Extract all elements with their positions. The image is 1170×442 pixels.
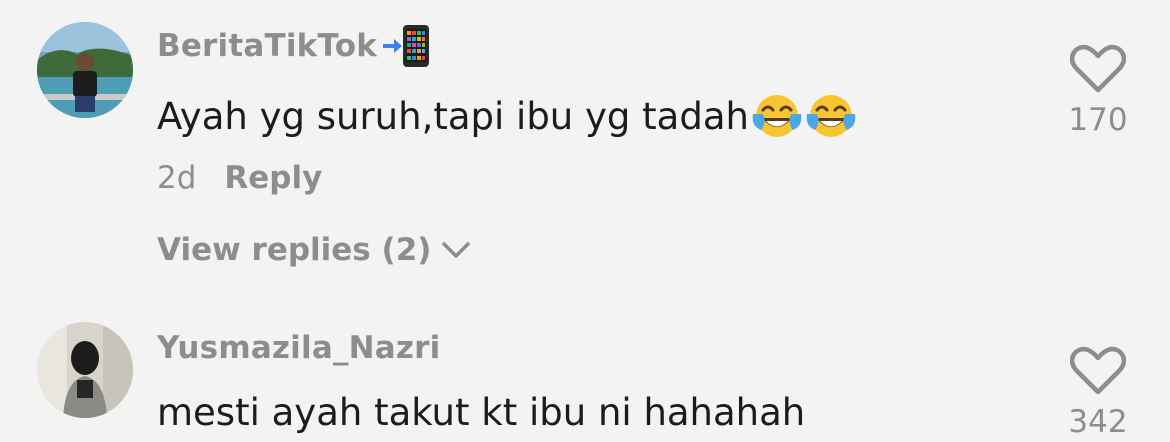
comment-item: BeritaTikTok Ayah yg suruh,tapi ibu yg t… [0, 0, 1170, 300]
comment-text: mesti ayah takut kt ibu ni hahahah [157, 388, 805, 436]
comment-meta: 2d Reply [157, 158, 322, 198]
view-replies-label: View replies (2) [157, 232, 432, 268]
comment-text-body: Ayah yg suruh,tapi ibu yg tadah [157, 94, 749, 138]
chevron-down-icon [442, 242, 471, 258]
avatar[interactable] [37, 22, 133, 118]
like-button[interactable]: 170 [1060, 44, 1136, 138]
face-with-tears-of-joy-icon [805, 92, 857, 140]
comment-text-body: mesti ayah takut kt ibu ni hahahah [157, 390, 806, 434]
comment-item: Yusmazila_Nazri mesti ayah takut kt ibu … [0, 300, 1170, 442]
like-count: 170 [1068, 102, 1128, 138]
heart-icon [1070, 346, 1126, 395]
comment-timestamp: 2d [157, 160, 197, 196]
like-button[interactable]: 342 [1060, 346, 1136, 440]
comment-username[interactable]: Yusmazila_Nazri [157, 328, 440, 368]
avatar[interactable] [37, 322, 133, 418]
reply-button[interactable]: Reply [224, 160, 322, 196]
comment-text: Ayah yg suruh,tapi ibu yg tadah [157, 92, 857, 140]
like-count: 342 [1068, 404, 1128, 440]
mobile-phone-arrow-icon [381, 24, 431, 68]
view-replies-button[interactable]: View replies (2) [157, 230, 471, 270]
heart-icon [1070, 44, 1126, 93]
comment-username[interactable]: BeritaTikTok [157, 24, 431, 68]
username-text: BeritaTikTok [157, 28, 378, 64]
face-with-tears-of-joy-icon [751, 92, 803, 140]
username-text: Yusmazila_Nazri [157, 330, 441, 366]
